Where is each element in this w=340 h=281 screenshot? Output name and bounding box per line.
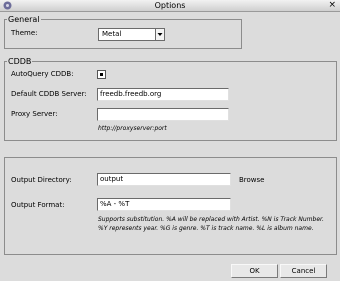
output-directory-input[interactable]: output xyxy=(97,173,231,186)
theme-select-value: Metal xyxy=(102,30,122,38)
output-directory-label: Output Directory: xyxy=(11,176,72,184)
cancel-button[interactable]: Cancel xyxy=(280,264,327,278)
proxy-hint: http://proxyserver:port xyxy=(98,125,167,132)
browse-button[interactable]: Browse xyxy=(239,176,265,185)
output-format-input[interactable]: %A - %T xyxy=(97,198,231,211)
check-mark-icon xyxy=(100,73,103,76)
autoquery-label: AutoQuery CDDB: xyxy=(11,70,74,78)
theme-label: Theme: xyxy=(11,29,38,37)
theme-select[interactable]: Metal xyxy=(98,28,165,41)
cddb-server-label: Default CDDB Server: xyxy=(11,90,87,98)
cddb-group-title: CDDB xyxy=(7,57,33,66)
substitution-help-text: Supports substitution. %A will be replac… xyxy=(98,216,324,232)
close-icon[interactable]: × xyxy=(328,0,336,11)
ok-button[interactable]: OK xyxy=(231,264,278,278)
chevron-down-icon[interactable] xyxy=(155,29,164,40)
proxy-server-input[interactable] xyxy=(97,108,229,121)
cddb-server-input[interactable]: freedb.freedb.org xyxy=(97,88,229,101)
general-group-title: General xyxy=(7,15,41,24)
output-format-label: Output Format: xyxy=(11,201,65,209)
window-title: Options xyxy=(154,1,186,10)
autoquery-checkbox[interactable] xyxy=(97,70,106,79)
proxy-server-label: Proxy Server: xyxy=(11,110,58,118)
title-bar[interactable]: Options × xyxy=(0,0,340,12)
